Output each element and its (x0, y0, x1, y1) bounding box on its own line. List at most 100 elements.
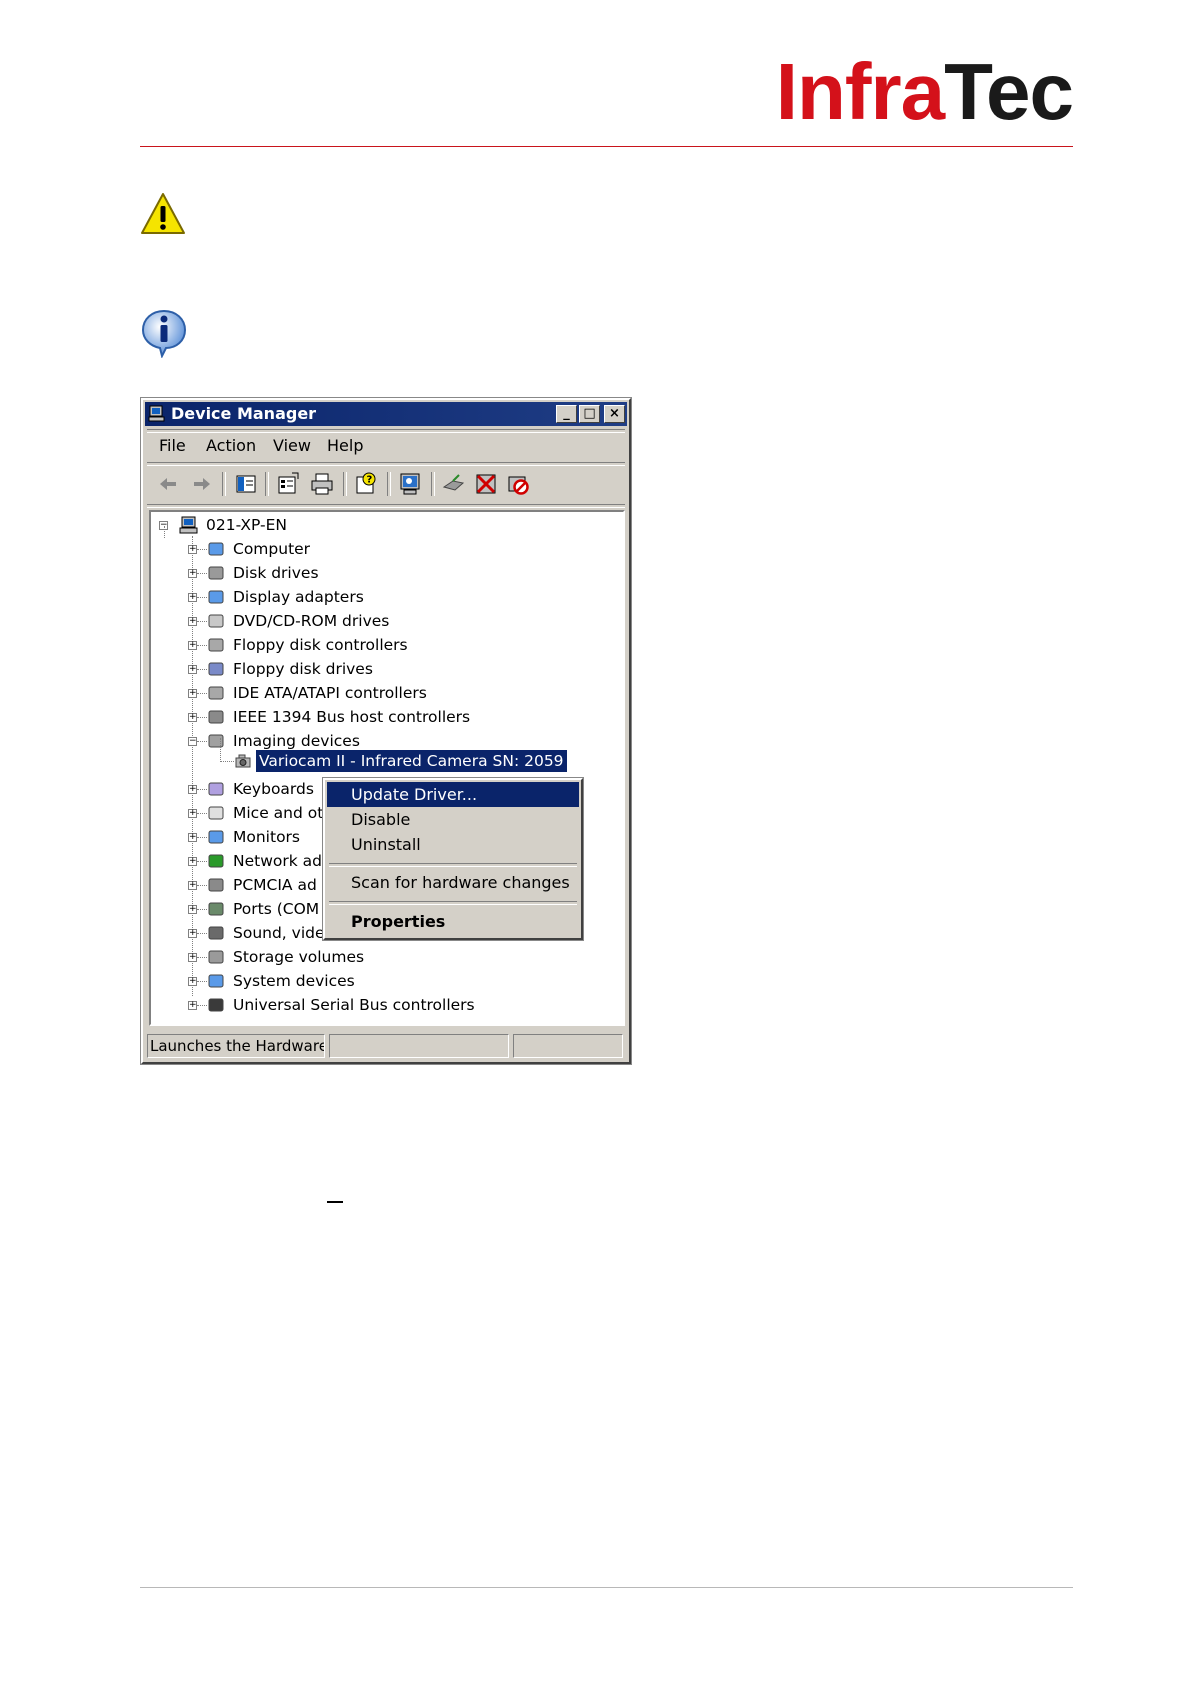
print-icon[interactable] (309, 471, 335, 497)
tree-item-label: IDE ATA/ATAPI controllers (233, 684, 427, 702)
disk-drives-icon (208, 566, 224, 580)
device-manager-window: Device Manager _ □ × File Action View He… (140, 397, 632, 1065)
status-bar: Launches the Hardware U (147, 1032, 625, 1060)
infratec-logo: InfraTec (775, 47, 1074, 136)
collapse-icon[interactable]: − (188, 737, 197, 746)
forward-icon[interactable] (189, 471, 215, 497)
svg-text:?: ? (367, 475, 373, 486)
minimize-icon: _ (563, 406, 570, 421)
tree-item-ide-ata-atapi-controllers[interactable]: + IDE ATA/ATAPI controllers (151, 682, 621, 704)
expand-icon[interactable]: + (188, 665, 197, 674)
computer-icon (208, 542, 224, 556)
tree-item-system-devices[interactable]: + System devices (151, 970, 621, 992)
tree-item-label: Imaging devices (233, 732, 360, 750)
properties-icon[interactable] (275, 471, 301, 497)
help-icon[interactable]: ? (353, 471, 379, 497)
toolbar-divider (343, 472, 347, 496)
warning-icon (141, 193, 185, 234)
camera-icon (235, 754, 251, 768)
title-bar[interactable]: Device Manager _ □ × (145, 402, 627, 426)
minimize-button[interactable]: _ (556, 405, 577, 423)
status-panel-2 (329, 1034, 509, 1058)
scan-hardware-icon[interactable] (397, 471, 423, 497)
tree-item-floppy-disk-controllers[interactable]: + Floppy disk controllers (151, 634, 621, 656)
toolbar: ? (147, 468, 625, 502)
tree-item-dvd-cd-rom-drives[interactable]: + DVD/CD-ROM drives (151, 610, 621, 632)
status-panel-3 (513, 1034, 623, 1058)
tree-item-label: Sound, vide (233, 924, 325, 942)
tree-item-universal-serial-bus-controllers[interactable]: + Universal Serial Bus controllers (151, 994, 621, 1016)
display-adapters-icon (208, 590, 224, 604)
tree-item-display-adapters[interactable]: + Display adapters (151, 586, 621, 608)
tree-item-imaging-devices[interactable]: − Imaging devices (151, 730, 621, 752)
tree-item-computer[interactable]: + Computer (151, 538, 621, 560)
menu-help[interactable]: Help (327, 436, 363, 455)
menu-uninstall[interactable]: Uninstall (327, 832, 579, 857)
menu-properties[interactable]: Properties (327, 909, 579, 934)
toolbar-bottom-separator (147, 504, 625, 508)
menu-scan-hardware[interactable]: Scan for hardware changes (327, 870, 579, 895)
toolbar-separator (147, 462, 625, 466)
tree-item-storage-volumes[interactable]: + Storage volumes (151, 946, 621, 968)
menu-divider (329, 901, 577, 905)
expand-icon[interactable]: + (188, 953, 197, 962)
dvd-cd-rom-drives-icon (208, 614, 224, 628)
tree-item-label: Mice and ot (233, 804, 324, 822)
storage-volumes-icon (208, 950, 224, 964)
close-button[interactable]: × (604, 405, 625, 423)
context-menu: Update Driver... Disable Uninstall Scan … (322, 777, 584, 941)
status-text: Launches the Hardware U (147, 1034, 325, 1058)
system-devices-icon (208, 974, 224, 988)
tree-item-floppy-disk-drives[interactable]: + Floppy disk drives (151, 658, 621, 680)
expand-icon[interactable]: + (188, 881, 197, 890)
expand-icon[interactable]: + (188, 617, 197, 626)
tree-line (164, 526, 165, 538)
tree-item-label: Display adapters (233, 588, 364, 606)
expand-icon[interactable]: + (188, 809, 197, 818)
tree-item-label: Computer (233, 540, 311, 558)
maximize-button[interactable]: □ (579, 405, 600, 423)
sound-vide-icon (208, 926, 224, 940)
uninstall-icon[interactable] (473, 471, 499, 497)
ports-com-icon (208, 902, 224, 916)
back-icon[interactable] (155, 471, 181, 497)
expand-icon[interactable]: + (188, 977, 197, 986)
tree-item-variocam[interactable]: Variocam II - Infrared Camera SN: 2059 (151, 750, 621, 772)
expand-icon[interactable]: + (188, 713, 197, 722)
tree-root-label: 021-XP-EN (206, 516, 288, 534)
window-title: Device Manager (171, 404, 317, 423)
tree-root[interactable]: − 021-XP-EN (151, 514, 621, 536)
expand-icon[interactable]: + (188, 1001, 197, 1010)
expand-icon[interactable]: + (188, 929, 197, 938)
update-driver-icon[interactable] (441, 471, 467, 497)
expand-icon[interactable]: + (188, 545, 197, 554)
device-tree[interactable]: − 021-XP-EN + Computer + Disk drives + Displa… (149, 510, 625, 1026)
expand-icon[interactable]: + (188, 593, 197, 602)
universal-serial-bus-controllers-icon (208, 998, 224, 1012)
pcmcia-ad-icon (208, 878, 224, 892)
menu-action[interactable]: Action (206, 436, 256, 455)
tree-item-label: Network ad (233, 852, 322, 870)
menu-view[interactable]: View (273, 436, 311, 455)
disable-icon[interactable] (505, 471, 531, 497)
header-rule (140, 146, 1073, 147)
tree-item-disk-drives[interactable]: + Disk drives (151, 562, 621, 584)
expand-icon[interactable]: + (188, 857, 197, 866)
tree-item-label: IEEE 1394 Bus host controllers (233, 708, 471, 726)
ieee-1394-bus-host-controllers-icon (208, 710, 224, 724)
menu-bar: File Action View Help (147, 432, 625, 460)
tree-item-ieee-1394-bus-host-controllers[interactable]: + IEEE 1394 Bus host controllers (151, 706, 621, 728)
expand-icon[interactable]: + (188, 569, 197, 578)
expand-icon[interactable]: + (188, 833, 197, 842)
menu-update-driver[interactable]: Update Driver... (327, 782, 579, 807)
expand-icon[interactable]: + (188, 641, 197, 650)
menu-disable[interactable]: Disable (327, 807, 579, 832)
expand-icon[interactable]: + (188, 905, 197, 914)
close-icon: × (609, 406, 620, 421)
menu-divider (329, 863, 577, 867)
show-hide-tree-icon[interactable] (233, 471, 259, 497)
expand-icon[interactable]: + (188, 689, 197, 698)
expand-icon[interactable]: + (188, 785, 197, 794)
menu-file[interactable]: File (159, 436, 186, 455)
tree-item-label: System devices (233, 972, 355, 990)
